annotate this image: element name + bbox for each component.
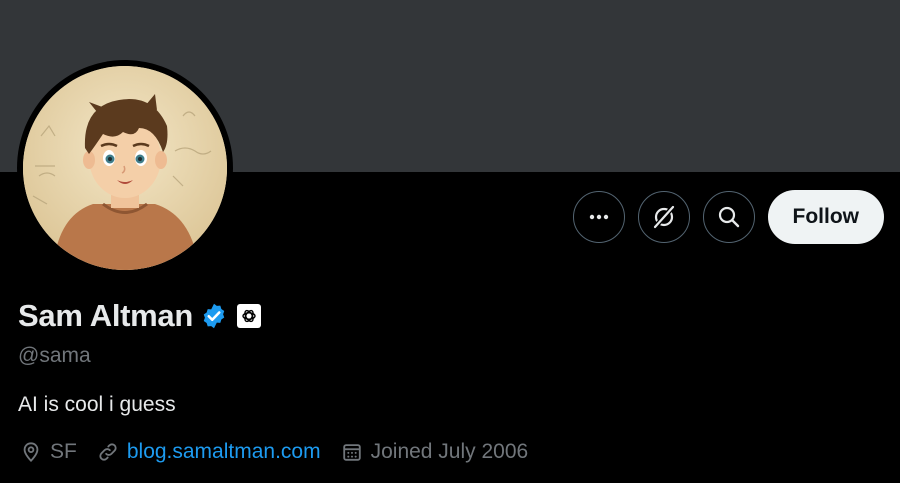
more-horizontal-icon [589,214,608,220]
location-text: SF [50,440,77,463]
location-item: SF [20,440,77,464]
link-icon [99,443,117,461]
follow-button[interactable]: Follow [767,190,884,244]
display-name: Sam Altman [18,298,194,333]
website-link[interactable]: blog.samaltman.com [127,440,321,464]
name-row: Sam Altman [18,298,262,334]
joined-item: Joined July 2006 [341,440,529,464]
avatar-frame [17,60,233,276]
website-item: blog.samaltman.com [97,440,321,464]
search-button[interactable] [702,191,755,243]
profile-bio: AI is cool i guess [18,393,176,416]
verified-check-icon[interactable] [200,302,228,330]
profile-meta: SF blog.samaltman.com Joined July 2006 [20,440,548,464]
profile-page: Follow Sam Altman @sama AI is cool i gue… [0,0,900,483]
more-button[interactable] [572,191,625,243]
location-pin-icon [23,442,39,463]
joined-date: Joined July 2006 [370,440,529,463]
avatar[interactable] [23,66,227,270]
profile-actions: Follow [572,190,884,244]
grok-button[interactable] [637,191,690,243]
avatar-illustration [23,66,227,270]
openai-logo-icon [242,309,256,323]
user-handle: @sama [18,344,91,367]
grok-icon [653,205,674,229]
search-icon [718,206,739,228]
affiliate-badge[interactable] [237,304,262,328]
calendar-icon [342,444,361,461]
